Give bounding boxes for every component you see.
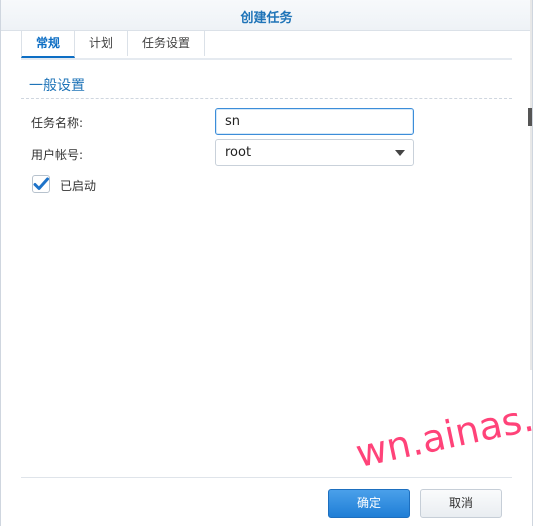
user-account-select[interactable]: root [215,139,414,166]
task-name-label: 任务名称: [31,116,84,130]
chevron-down-icon[interactable] [395,150,405,156]
tab-divider [21,58,512,60]
footer-divider [21,477,512,478]
scroll-track [530,0,532,370]
dialog-titlebar: 创建任务 [1,0,532,31]
checkmark-icon [33,177,49,190]
tab-schedule[interactable]: 计划 [75,30,129,56]
enabled-label[interactable]: 已启动 [60,177,96,194]
section-title: 一般设置 [29,78,85,94]
tab-bar: 常规 计划 任务设置 [21,30,206,58]
watermark-text: wn.ainas.cc [351,386,533,476]
user-account-label: 用户帐号: [31,148,84,162]
cancel-button[interactable]: 取消 [420,489,502,518]
scroll-thumb[interactable] [528,108,532,126]
ok-button[interactable]: 确定 [328,489,410,518]
section-divider [21,98,512,99]
enabled-checkbox[interactable] [32,175,50,193]
tab-general[interactable]: 常规 [21,30,76,58]
create-task-dialog: 创建任务 常规 计划 任务设置 一般设置 任务名称: sn 用户帐号: root… [0,0,533,526]
user-account-value: root [225,145,252,160]
tab-task-settings[interactable]: 任务设置 [128,30,206,56]
dialog-title: 创建任务 [240,11,293,26]
task-name-input[interactable]: sn [215,108,414,135]
